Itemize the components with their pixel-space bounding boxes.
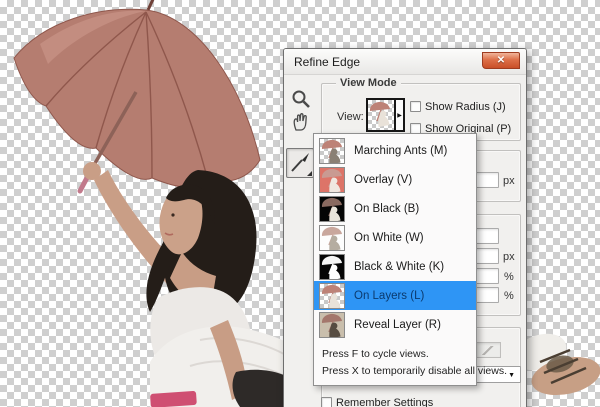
hint-cycle-views: Press F to cycle views. (322, 346, 468, 363)
view-option-label: On Layers (L) (354, 290, 424, 302)
view-thumbnail (319, 225, 345, 251)
shift-edge-unit-label: % (504, 290, 514, 302)
view-thumbnail (319, 254, 345, 280)
view-option-label: Reveal Layer (R) (354, 319, 441, 331)
view-dropdown-item[interactable]: Reveal Layer (R) (314, 310, 476, 339)
refine-radius-tool-button[interactable] (286, 148, 314, 178)
dialog-title: Refine Edge (294, 55, 360, 69)
contrast-unit-label: % (504, 271, 514, 283)
view-dropdown-item[interactable]: On White (W) (314, 223, 476, 252)
dropdown-hints: Press F to cycle views. Press X to tempo… (314, 344, 476, 382)
hand-tool-icon[interactable] (290, 111, 312, 132)
zoom-tool-icon[interactable] (291, 89, 312, 110)
close-button[interactable]: ✕ (482, 52, 520, 69)
view-mode-group-label: View Mode (336, 77, 401, 89)
view-mode-dropdown-list: Marching Ants (M) Overlay (V) On Black (… (313, 133, 477, 386)
view-thumbnail (319, 196, 345, 222)
tool-flyout-arrow (307, 171, 312, 176)
view-dropdown-item[interactable]: On Layers (L) (314, 281, 476, 310)
combo-dropdown-arrow: ▼ (508, 372, 515, 379)
decontaminate-amount-field (475, 342, 501, 358)
view-option-label: On White (W) (354, 232, 424, 244)
feather-unit-label: px (503, 251, 515, 263)
remember-settings-label: Remember Settings (336, 397, 433, 407)
view-thumbnail (319, 138, 345, 164)
radius-unit-label: px (503, 175, 515, 187)
photo-umbrella (14, 0, 260, 191)
photoshop-canvas: Refine Edge ✕ View Mode View: (0, 0, 600, 407)
view-thumbnail-dropdown-arrow: ▶ (394, 100, 403, 130)
view-dropdown-item[interactable]: Marching Ants (M) (314, 136, 476, 165)
show-radius-label: Show Radius (J) (425, 101, 506, 113)
dialog-titlebar[interactable]: Refine Edge ✕ (284, 49, 526, 75)
view-label: View: (337, 111, 364, 123)
disabled-mark (480, 346, 496, 355)
view-thumbnail (319, 312, 345, 338)
view-dropdown-items: Marching Ants (M) Overlay (V) On Black (… (314, 136, 476, 339)
show-radius-checkbox[interactable] (410, 101, 421, 112)
view-thumbnail (319, 167, 345, 193)
remember-settings-checkbox[interactable] (321, 397, 332, 407)
view-thumbnail (319, 283, 345, 309)
view-option-label: Overlay (V) (354, 174, 412, 186)
close-icon: ✕ (497, 55, 505, 66)
view-dropdown-item[interactable]: Overlay (V) (314, 165, 476, 194)
view-dropdown-item[interactable]: Black & White (K) (314, 252, 476, 281)
view-option-label: Marching Ants (M) (354, 145, 447, 157)
view-dropdown-item[interactable]: On Black (B) (314, 194, 476, 223)
view-option-label: Black & White (K) (354, 261, 444, 273)
hint-disable-views: Press X to temporarily disable all views… (322, 363, 468, 380)
view-mode-thumbnail-button[interactable]: ▶ (366, 98, 405, 132)
view-thumbnail-art (368, 100, 394, 130)
view-option-label: On Black (B) (354, 203, 419, 215)
